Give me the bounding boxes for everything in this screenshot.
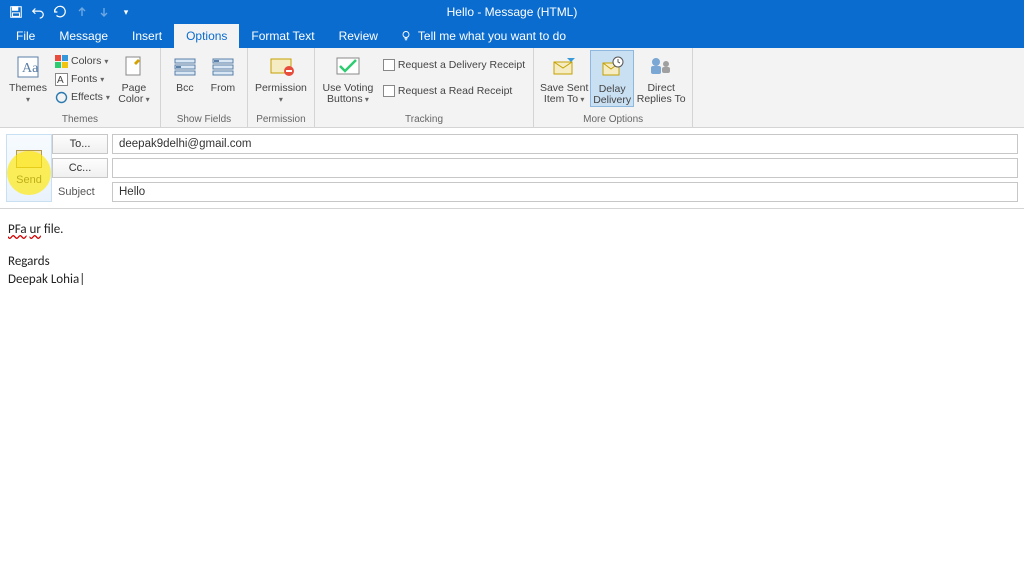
to-button[interactable]: To... [52, 134, 108, 154]
page-color-button[interactable]: Page Color [114, 50, 154, 105]
request-read-receipt-checkbox[interactable]: Request a Read Receipt [381, 82, 527, 100]
voting-buttons-button[interactable]: Use Voting Buttons [321, 50, 375, 105]
title-bar: ▾ Hello - Message (HTML) [0, 0, 1024, 24]
cc-button[interactable]: Cc... [52, 158, 108, 178]
save-sent-item-to-button[interactable]: Save Sent Item To [540, 50, 588, 105]
to-input[interactable] [112, 134, 1018, 154]
group-permission: Permission Permission [248, 48, 315, 127]
tab-message[interactable]: Message [47, 24, 120, 48]
group-label-themes: Themes [6, 113, 154, 127]
group-label-permission: Permission [254, 113, 308, 127]
tell-me-label: Tell me what you want to do [418, 29, 566, 43]
to-row: To... [52, 134, 1018, 154]
group-themes: Aa Themes Colors ▾ A Fonts ▾ Effects ▾ [0, 48, 161, 127]
request-delivery-receipt-checkbox[interactable]: Request a Delivery Receipt [381, 56, 527, 74]
cc-field[interactable] [119, 162, 1011, 174]
email-body[interactable]: PFa ur file. Regards Deepak Lohia| [0, 209, 1024, 301]
compose-header: Send To... Cc... Subject [0, 128, 1024, 209]
next-item-icon[interactable] [96, 4, 112, 20]
bcc-button[interactable]: Bcc [167, 50, 203, 94]
direct-replies-icon [646, 52, 676, 82]
ribbon: Aa Themes Colors ▾ A Fonts ▾ Effects ▾ [0, 48, 1024, 128]
fonts-button[interactable]: A Fonts ▾ [52, 70, 112, 88]
text-caret-icon: | [79, 272, 85, 287]
from-icon [208, 52, 238, 82]
tab-insert[interactable]: Insert [120, 24, 174, 48]
permission-icon [266, 52, 296, 82]
undo-icon[interactable] [30, 4, 46, 20]
save-sent-icon [549, 52, 579, 82]
redo-icon[interactable] [52, 4, 68, 20]
colors-icon [54, 54, 68, 68]
group-label-tracking: Tracking [321, 113, 527, 127]
direct-replies-to-button[interactable]: Direct Replies To [636, 50, 686, 105]
permission-button[interactable]: Permission [254, 50, 308, 105]
themes-button[interactable]: Aa Themes [6, 50, 50, 105]
colors-button[interactable]: Colors ▾ [52, 52, 112, 70]
title-mode: Message (HTML) [485, 5, 578, 19]
themes-icon: Aa [13, 52, 43, 82]
quick-access-toolbar: ▾ [0, 4, 134, 20]
to-field[interactable] [119, 138, 1011, 150]
fonts-icon: A [54, 72, 68, 86]
cc-input[interactable] [112, 158, 1018, 178]
checkbox-icon [383, 59, 395, 71]
svg-text:A: A [57, 75, 64, 86]
ribbon-tab-bar: File Message Insert Options Format Text … [0, 24, 1024, 48]
checkbox-icon [383, 85, 395, 97]
svg-text:Aa: Aa [22, 61, 39, 76]
effects-icon [54, 90, 68, 104]
delay-delivery-button[interactable]: Delay Delivery [590, 50, 634, 107]
subject-input[interactable] [112, 182, 1018, 202]
envelope-icon [16, 150, 42, 168]
delay-delivery-icon [597, 53, 627, 83]
cc-row: Cc... [52, 158, 1018, 178]
lightbulb-icon [400, 30, 412, 42]
body-signature: Deepak Lohia| [8, 271, 1016, 289]
tab-options[interactable]: Options [174, 24, 239, 48]
tell-me-search[interactable]: Tell me what you want to do [390, 24, 566, 48]
qat-customize-icon[interactable]: ▾ [118, 4, 134, 20]
window-title: Hello - Message (HTML) [0, 5, 1024, 19]
group-label-show-fields: Show Fields [167, 113, 241, 127]
body-regards: Regards [8, 253, 1016, 271]
voting-icon [333, 52, 363, 82]
page-color-icon [119, 52, 149, 82]
tab-format-text[interactable]: Format Text [239, 24, 326, 48]
subject-label: Subject [52, 182, 108, 202]
title-subject: Hello [447, 5, 474, 19]
body-line-1: PFa ur file. [8, 221, 1016, 239]
from-button[interactable]: From [205, 50, 241, 94]
save-icon[interactable] [8, 4, 24, 20]
group-more-options: Save Sent Item To Delay Delivery Direct … [534, 48, 693, 127]
group-show-fields: Bcc From Show Fields [161, 48, 248, 127]
subject-field[interactable] [119, 186, 1011, 198]
subject-row: Subject [52, 182, 1018, 202]
send-button[interactable]: Send [6, 134, 52, 202]
group-tracking: Use Voting Buttons Request a Delivery Re… [315, 48, 534, 127]
spell-error: ur [30, 222, 41, 237]
tab-review[interactable]: Review [327, 24, 390, 48]
bcc-icon [170, 52, 200, 82]
tab-file[interactable]: File [4, 24, 47, 48]
effects-button[interactable]: Effects ▾ [52, 88, 112, 106]
prev-item-icon[interactable] [74, 4, 90, 20]
group-label-more-options: More Options [540, 113, 686, 127]
spell-error: PFa [8, 222, 27, 237]
